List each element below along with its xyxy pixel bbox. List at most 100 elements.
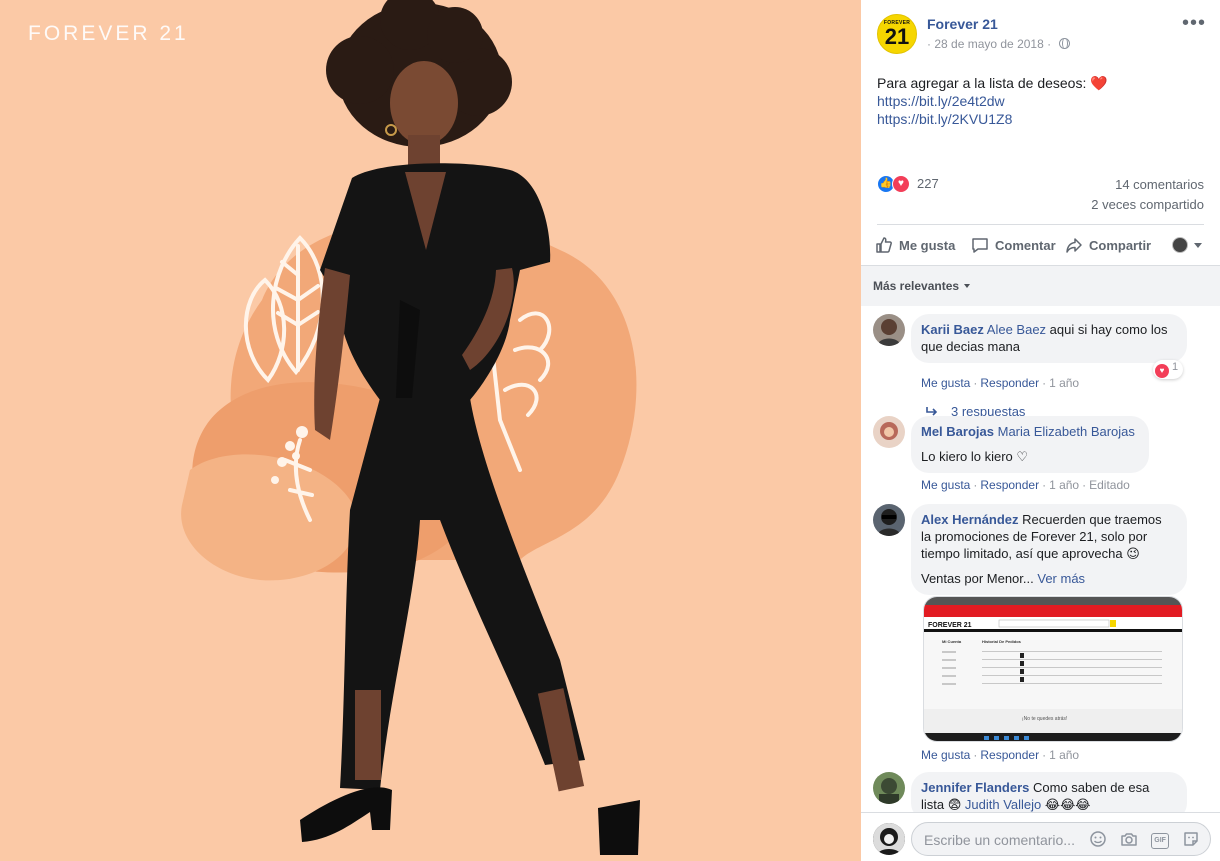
- share-icon: [1066, 238, 1082, 253]
- comment-actions: Me gusta · Responder · 1 año: [921, 748, 1080, 762]
- camera-icon[interactable]: [1120, 830, 1138, 851]
- shares-count[interactable]: 2 veces compartido: [1091, 197, 1204, 212]
- share-button-label: Compartir: [1089, 238, 1152, 253]
- comment-author[interactable]: Alex Hernández: [921, 512, 1019, 527]
- emoji-icon[interactable]: [1089, 830, 1107, 851]
- avatar-big-text: 21: [884, 24, 910, 49]
- caret-down-icon: [964, 284, 971, 288]
- comment-time[interactable]: 1 año: [1049, 478, 1079, 492]
- post-text: Para agregar a la lista de deseos: ❤️ ht…: [877, 74, 1204, 128]
- post-as-selector[interactable]: [1172, 234, 1204, 256]
- comment-attachment-image[interactable]: FOREVER 21 Mi Cuenta Historial De Pedido…: [923, 596, 1183, 742]
- divider: [877, 224, 1204, 225]
- like-button[interactable]: Me gusta: [875, 236, 955, 254]
- comment-tag[interactable]: Alee Baez: [987, 322, 1046, 337]
- comment-avatar[interactable]: [873, 314, 905, 346]
- post-link-2[interactable]: https://bit.ly/2KVU1Z8: [877, 110, 1204, 128]
- comment-text-line1: Recuerden que traemos: [1018, 512, 1162, 527]
- comment-item: Karii Baez Alee Baez aqui si hay como lo…: [873, 314, 1213, 419]
- banner-logo: FOREVER 21: [928, 622, 972, 629]
- comment-text-line4: Ventas por Menor...: [921, 571, 1034, 586]
- avatar-image: [873, 823, 905, 855]
- comment-item: Mel Barojas Maria Elizabeth Barojas Lo k…: [873, 416, 1213, 496]
- thumbs-up-icon: [876, 237, 892, 253]
- reactions-count[interactable]: 227: [917, 176, 939, 191]
- comment-author[interactable]: Jennifer Flanders: [921, 780, 1029, 795]
- avatar-image: [873, 314, 905, 346]
- comment-input[interactable]: Escribe un comentario... GIF: [911, 822, 1211, 856]
- comment-tag[interactable]: Judith Vallejo: [965, 797, 1041, 812]
- post-meta: · 28 de mayo de 2018 ·: [927, 37, 1071, 51]
- viewer-avatar: [1172, 237, 1188, 253]
- share-button[interactable]: Compartir: [1065, 236, 1151, 254]
- comment-button[interactable]: Comentar: [971, 236, 1056, 254]
- comment-reply-link[interactable]: Responder: [980, 478, 1039, 492]
- sort-label-text: Más relevantes: [873, 279, 960, 293]
- sticker-icon[interactable]: [1182, 830, 1200, 851]
- avatar-image: [873, 416, 905, 448]
- heart-emoji: ❤️: [1090, 75, 1108, 91]
- comment-input-placeholder: Escribe un comentario...: [924, 832, 1075, 848]
- comments-section: Más relevantes Karii Baez Alee Baez aqui…: [861, 265, 1220, 829]
- post-message: Para agregar a la lista de deseos: ❤️: [877, 74, 1204, 92]
- comment-author[interactable]: Mel Barojas: [921, 424, 994, 439]
- comment-avatar[interactable]: [873, 504, 905, 536]
- sort-comments-dropdown[interactable]: Más relevantes: [873, 279, 971, 293]
- comment-avatar[interactable]: [873, 416, 905, 448]
- photo-scene: [0, 0, 861, 861]
- see-more-link[interactable]: Ver más: [1037, 571, 1085, 586]
- comment-time[interactable]: 1 año: [1049, 748, 1079, 762]
- comments-count[interactable]: 14 comentarios: [1115, 177, 1204, 192]
- comment-tag[interactable]: Maria Elizabeth Barojas: [998, 424, 1135, 439]
- post-message-text: Para agregar a la lista de deseos:: [877, 75, 1091, 91]
- page-avatar[interactable]: FOREVER 21: [877, 14, 917, 54]
- post-date[interactable]: 28 de mayo de 2018: [934, 37, 1043, 51]
- comment-like-link[interactable]: Me gusta: [921, 376, 970, 390]
- comment-time[interactable]: 1 año: [1049, 376, 1079, 390]
- comment-text-line2: que decias mana: [921, 339, 1021, 354]
- comment-icon: [972, 238, 988, 253]
- gif-icon[interactable]: GIF: [1151, 832, 1170, 849]
- brand-watermark: FOREVER 21: [28, 22, 189, 45]
- chevron-down-icon: [1194, 243, 1202, 248]
- comment-reply-link[interactable]: Responder: [980, 376, 1039, 390]
- comment-like-link[interactable]: Me gusta: [921, 478, 970, 492]
- more-options-button[interactable]: •••: [1182, 13, 1206, 33]
- comment-like-link[interactable]: Me gusta: [921, 748, 970, 762]
- comment-actions: Me gusta · Responder · 1 año · Editado: [921, 478, 1130, 492]
- comment-actions: Me gusta · Responder · 1 año: [921, 376, 1080, 390]
- page-name-link[interactable]: Forever 21: [927, 16, 998, 32]
- comment-text-line2: lista 😨: [921, 797, 965, 812]
- globe-icon: [1059, 38, 1071, 49]
- comment-button-label: Comentar: [995, 238, 1056, 253]
- comment-text-line1: Como saben de esa: [1029, 780, 1150, 795]
- comment-reaction-badge[interactable]: ♥ 1: [1153, 360, 1184, 379]
- love-reaction-icon[interactable]: ♥: [892, 175, 910, 193]
- post-photo[interactable]: FOREVER 21: [0, 0, 861, 861]
- comment-bubble: Alex Hernández Recuerden que traemos la …: [911, 504, 1187, 595]
- love-icon: ♥: [1155, 364, 1169, 378]
- post-actions: Me gusta Comentar Compartir: [873, 232, 1208, 260]
- attachment-footer-text: ¡No te quedes atrás!: [1022, 716, 1067, 722]
- avatar-image: [873, 772, 905, 804]
- comment-avatar[interactable]: [873, 772, 905, 804]
- reactions-summary: 👍 ♥ 227 14 comentarios 2 veces compartid…: [877, 174, 1204, 218]
- post-side-panel: FOREVER 21 Forever 21 · 28 de mayo de 20…: [861, 0, 1220, 861]
- composer-icons: GIF: [1080, 830, 1200, 851]
- comment-bubble: Karii Baez Alee Baez aqui si hay como lo…: [911, 314, 1187, 363]
- like-button-label: Me gusta: [899, 238, 956, 253]
- website-screenshot: FOREVER 21 Mi Cuenta Historial De Pedido…: [924, 597, 1182, 741]
- avatar-image: [873, 504, 905, 536]
- comment-reply-link[interactable]: Responder: [980, 748, 1039, 762]
- comment-bubble: Mel Barojas Maria Elizabeth Barojas Lo k…: [911, 416, 1149, 473]
- post-link-1[interactable]: https://bit.ly/2e4t2dw: [877, 92, 1204, 110]
- comment-reaction-count: 1: [1172, 361, 1179, 373]
- comment-text-line2: la promociones de Forever 21, solo por: [921, 529, 1148, 544]
- comment-text-line1: aqui si hay como los: [1046, 322, 1168, 337]
- comment-author[interactable]: Karii Baez: [921, 322, 984, 337]
- orders-title: Historial De Pedidos: [982, 639, 1022, 644]
- comment-emojis: 😂😂😂: [1041, 797, 1091, 812]
- post-header: FOREVER 21 Forever 21 · 28 de mayo de 20…: [877, 13, 1206, 58]
- current-user-avatar[interactable]: [873, 823, 905, 855]
- comment-edited[interactable]: Editado: [1089, 478, 1130, 492]
